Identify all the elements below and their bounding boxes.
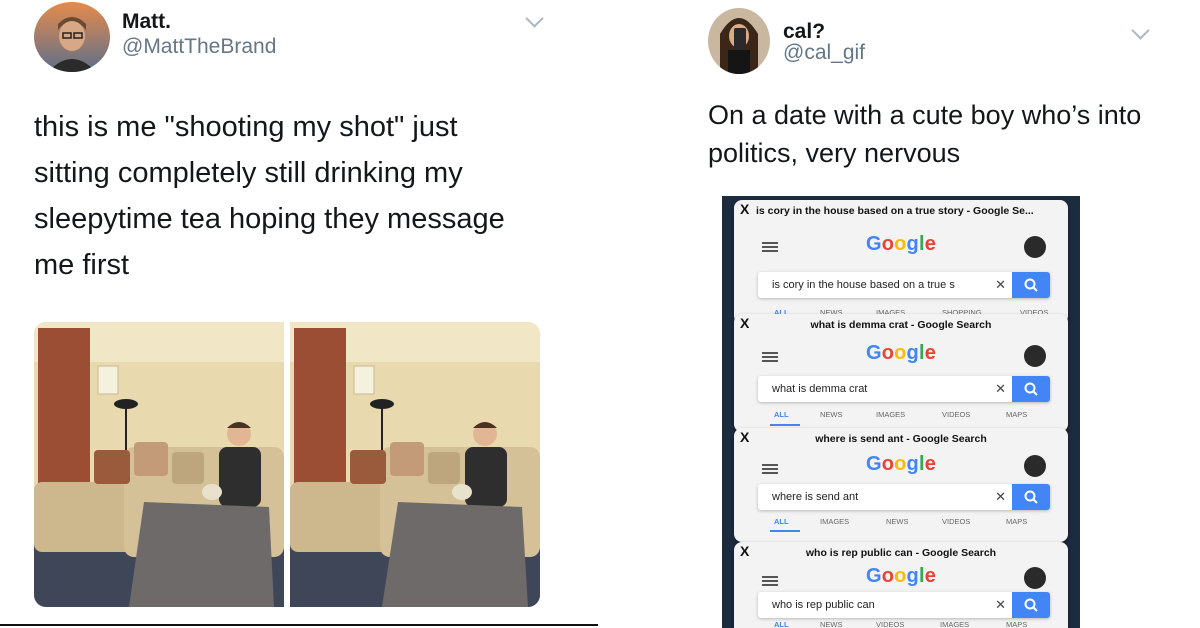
search-query: who is rep public can [772,599,875,611]
search-input[interactable]: who is rep public can ✕ [758,592,1050,618]
chevron-down-icon[interactable] [1131,21,1150,40]
tweet-text-line: sitting completely still drinking my [34,157,463,189]
card-title: who is rep public can - Google Search [805,547,997,559]
tab[interactable]: IMAGES [820,517,849,526]
search-card[interactable]: X what is demma crat - Google Search Goo… [734,314,1068,432]
divider [0,624,598,626]
account-avatar-icon[interactable] [1024,455,1046,477]
search-input[interactable]: what is demma crat ✕ [758,376,1050,402]
tweet-text-line: politics, very nervous [708,138,961,168]
tab[interactable]: NEWS [886,517,909,526]
search-input[interactable]: where is send ant ✕ [758,484,1050,510]
tweet-text-line: me first [34,249,130,281]
active-tab-indicator [770,424,800,426]
tab[interactable]: NEWS [820,410,843,419]
user-handle[interactable]: @MattTheBrand [122,35,276,59]
tab[interactable]: MAPS [1006,517,1027,526]
search-button[interactable] [1012,484,1050,510]
card-header: X where is send ant - Google Search [734,428,1068,448]
clear-icon[interactable]: ✕ [995,277,1006,293]
search-tabs: ALL NEWS IMAGES VIDEOS MAPS [758,410,1058,422]
search-icon [1024,382,1038,396]
tweet-text: On a date with a cute boy who’s into pol… [708,96,1141,172]
search-tabs: ALL NEWS VIDEOS IMAGES MAPS [758,620,1058,628]
google-logo: Google [865,342,937,364]
tab[interactable]: VIDEOS [942,410,970,419]
search-query: where is send ant [772,491,859,503]
avatar[interactable] [708,8,770,74]
display-name[interactable]: Matt. [122,10,171,34]
search-query: what is demma crat [772,383,868,395]
google-logo: Google [865,565,937,587]
google-logo: Google [865,233,937,255]
tab[interactable]: MAPS [1006,620,1027,628]
tweet-text: this is me "shooting my shot" just sitti… [34,104,505,288]
card-title: what is demma crat - Google Search [810,319,992,331]
search-card[interactable]: X is cory in the house based on a true s… [734,200,1068,324]
card-header: X is cory in the house based on a true s… [734,200,1068,220]
tab[interactable]: NEWS [820,620,843,628]
search-tabs: ALL IMAGES NEWS VIDEOS MAPS [758,517,1058,529]
tab[interactable]: IMAGES [876,410,905,419]
search-icon [1024,278,1038,292]
account-avatar-icon[interactable] [1024,236,1046,258]
active-tab-indicator [770,530,800,532]
clear-icon[interactable]: ✕ [995,381,1006,397]
tweet-text-line: On a date with a cute boy who’s into [708,100,1142,130]
search-icon [1024,598,1038,612]
tweet-left: Matt. @MattTheBrand this is me "shooting… [0,0,600,628]
tab[interactable]: MAPS [1006,410,1027,419]
account-avatar-icon[interactable] [1024,567,1046,589]
search-icon [1024,490,1038,504]
clear-icon[interactable]: ✕ [995,597,1006,613]
tweet-text-line: sleepytime tea hoping they message [34,203,505,235]
search-input[interactable]: is cory in the house based on a true s ✕ [758,272,1050,298]
card-title: where is send ant - Google Search [815,433,987,445]
google-logo: Google [865,453,937,475]
clear-icon[interactable]: ✕ [995,489,1006,505]
tab[interactable]: VIDEOS [942,517,970,526]
card-header: X who is rep public can - Google Search [734,542,1068,562]
search-button[interactable] [1012,592,1050,618]
tweet-photo-1[interactable] [34,322,284,607]
tab[interactable]: IMAGES [940,620,969,628]
tab-all[interactable]: ALL [774,410,789,419]
tweet-photo-2[interactable] [290,322,540,607]
tab-all[interactable]: ALL [774,620,789,628]
search-button[interactable] [1012,272,1050,298]
search-query: is cory in the house based on a true s [772,279,955,291]
tab-all[interactable]: ALL [774,517,789,526]
search-button[interactable] [1012,376,1050,402]
chevron-down-icon[interactable] [525,9,544,28]
tweet-text-line: this is me "shooting my shot" just [34,111,458,143]
phone-screenshot[interactable]: X is cory in the house based on a true s… [722,196,1080,628]
card-header: X what is demma crat - Google Search [734,314,1068,334]
card-title: is cory in the house based on a true sto… [756,205,1034,217]
tab[interactable]: VIDEOS [876,620,904,628]
search-card[interactable]: X where is send ant - Google Search Goog… [734,428,1068,542]
close-icon[interactable]: X [740,201,749,217]
avatar[interactable] [34,2,110,72]
user-handle[interactable]: @cal_gif [783,41,865,65]
account-avatar-icon[interactable] [1024,345,1046,367]
search-card[interactable]: X who is rep public can - Google Search … [734,542,1068,628]
